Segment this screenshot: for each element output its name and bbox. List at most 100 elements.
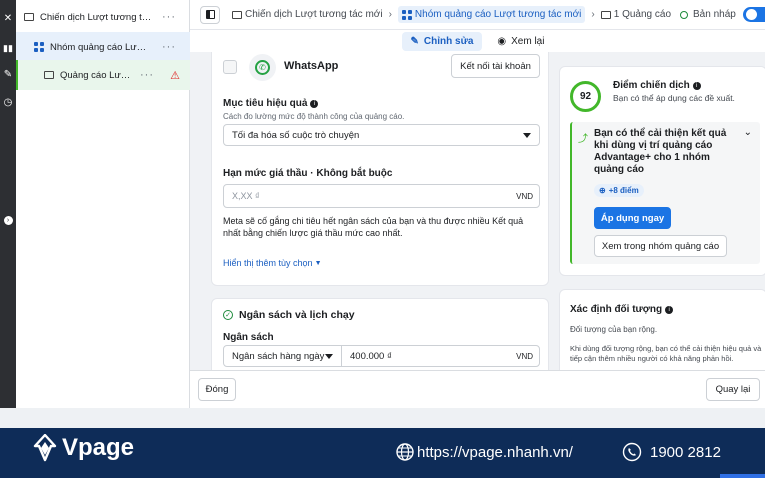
website-link[interactable]: https://vpage.nhanh.vn/ <box>395 442 573 462</box>
info-icon[interactable]: i <box>665 305 674 314</box>
chevron-right-icon: › <box>591 9 595 20</box>
caret-down-icon <box>523 133 531 138</box>
whatsapp-icon: ✆ <box>249 54 276 81</box>
phone-icon <box>622 442 642 462</box>
score-heading: Điểm chiến dịch i <box>613 80 701 91</box>
campaign-score-card: 92 Điểm chiến dịch i Bạn có thể áp dụng … <box>559 66 765 276</box>
globe-icon <box>396 443 414 461</box>
breadcrumb-adset-label: Nhóm quảng cáo Lượt tương tác mới <box>414 9 582 20</box>
budget-label: Ngân sách <box>223 332 274 343</box>
check-circle-icon: ✓ <box>223 310 233 320</box>
banner-accent <box>720 474 765 478</box>
bid-input[interactable]: X,XX ₫ VND <box>223 184 540 208</box>
more-options-link[interactable]: Hiển thị thêm tùy chọn ▼ <box>223 258 322 268</box>
tab-preview[interactable]: ◉ Xem lại <box>488 32 553 51</box>
sidebar-toggle-button[interactable] <box>200 5 220 24</box>
mode-tabs: ✎ Chỉnh sửa ◉ Xem lại <box>190 30 765 52</box>
breadcrumb-ad[interactable]: 1 Quảng cáo <box>614 9 671 20</box>
goal-select[interactable]: Tối đa hóa số cuộc trò chuyện <box>223 124 540 146</box>
budget-section-title: Ngân sách và lịch chạy <box>239 309 355 321</box>
campaign-tree: Chiến dịch Lượt tương tác ... ··· Nhóm q… <box>16 0 190 408</box>
close-button[interactable]: Đóng <box>198 378 236 401</box>
warning-icon: ⚠ <box>170 69 180 82</box>
optimization-card: ✆ WhatsApp Kết nối tài khoản Mục tiêu hi… <box>211 52 549 286</box>
tree-item-campaign[interactable]: Chiến dịch Lượt tương tác ... ··· <box>16 2 190 32</box>
breadcrumb-adset[interactable]: Nhóm quảng cáo Lượt tương tác mới <box>397 6 586 23</box>
recommendation-text: Bạn có thể cải thiện kết quả khi dùng vị… <box>594 128 727 175</box>
score-title: Điểm chiến dịch <box>613 80 690 91</box>
vpage-logo-icon <box>33 434 57 462</box>
connect-account-button[interactable]: Kết nối tài khoản <box>451 54 540 78</box>
budget-heading: ✓ Ngân sách và lịch chạy <box>223 309 355 321</box>
budget-type-value: Ngân sách hàng ngày <box>232 350 325 362</box>
whatsapp-checkbox[interactable] <box>223 60 237 74</box>
ad-icon <box>44 71 54 79</box>
clock-icon[interactable]: ◷ <box>0 94 16 110</box>
budget-amount-input[interactable]: 400.000 ₫ VND <box>341 345 540 367</box>
tab-edit[interactable]: ✎ Chỉnh sửa <box>401 31 483 51</box>
apply-now-button[interactable]: Áp dụng ngay <box>594 207 671 229</box>
adset-icon <box>34 42 44 52</box>
breadcrumb-campaign[interactable]: Chiến dịch Lượt tương tác mới <box>245 9 383 20</box>
budget-amount-value: 400.000 ₫ <box>350 350 392 362</box>
audience-heading: Xác định đối tượng i <box>570 304 674 315</box>
goal-description: Cách đo lường mức độ thành công của quản… <box>223 112 405 121</box>
tree-adset-label: Nhóm quảng cáo Lượt t... <box>50 41 152 53</box>
budget-type-select[interactable]: Ngân sách hàng ngày <box>223 345 342 367</box>
score-badge-label: +8 điểm <box>608 186 639 195</box>
status-dot-icon <box>680 10 688 19</box>
close-icon[interactable]: ✕ <box>0 10 16 26</box>
caret-down-icon <box>325 354 333 359</box>
more-options-label: Hiển thị thêm tùy chọn <box>223 258 313 268</box>
audience-detail: Khi dùng đối tượng rộng, bạn có thể cải … <box>570 344 762 363</box>
goal-heading: Mục tiêu hiệu quả i <box>223 98 319 109</box>
chart-icon[interactable]: ▮▮ <box>0 40 16 56</box>
bid-placeholder: X,XX ₫ <box>232 191 260 201</box>
audience-title: Xác định đối tượng <box>570 304 663 315</box>
bid-note: Meta sẽ cố gắng chi tiêu hết ngân sách c… <box>223 216 524 238</box>
caret-down-icon: ▼ <box>314 259 322 267</box>
divider-strip <box>0 408 765 428</box>
more-icon[interactable]: ··· <box>140 69 154 81</box>
info-icon[interactable]: i <box>692 81 701 90</box>
audience-card: Xác định đối tượng i Đối tượng của bạn r… <box>559 289 765 370</box>
plus-circle-icon: ⊕ <box>599 186 606 195</box>
folder-icon <box>24 13 34 21</box>
chevron-up-icon[interactable]: ⌄ <box>744 127 752 138</box>
score-subtitle: Bạn có thể áp dụng các đề xuất. <box>613 93 735 103</box>
more-icon[interactable]: ··· <box>162 41 176 53</box>
status-badge: Bản nháp <box>680 9 736 20</box>
website-url: https://vpage.nhanh.vn/ <box>417 443 573 461</box>
score-badge: ⊕ +8 điểm <box>594 184 644 197</box>
bid-title: Hạn mức giá thầu · Không bắt buộc <box>223 168 392 179</box>
pencil-icon[interactable]: ✎ <box>0 66 16 82</box>
more-icon[interactable]: ··· <box>162 11 176 23</box>
pencil-icon: ✎ <box>410 35 419 47</box>
folder-icon <box>232 10 242 19</box>
brand-name: Vpage <box>62 434 135 461</box>
eye-icon: ◉ <box>497 35 507 47</box>
back-button[interactable]: Quay lại <box>706 378 760 401</box>
top-bar: Chiến dịch Lượt tương tác mới › Nhóm quả… <box>190 0 765 30</box>
breadcrumb: Chiến dịch Lượt tương tác mới › Nhóm quả… <box>232 6 671 23</box>
tab-edit-label: Chỉnh sửa <box>423 35 474 47</box>
goal-selected-value: Tối đa hóa số cuộc trò chuyện <box>232 129 360 141</box>
adset-icon <box>401 9 412 20</box>
info-icon[interactable]: i <box>310 99 319 108</box>
expand-icon[interactable]: › <box>0 212 16 228</box>
publish-toggle[interactable] <box>743 7 765 22</box>
trend-icon: ⤴ <box>578 134 588 145</box>
footer-actions: Đóng Quay lại <box>190 370 765 408</box>
tree-item-adset[interactable]: Nhóm quảng cáo Lượt t... ··· <box>16 32 190 62</box>
hotline[interactable]: 1900 2812 <box>622 442 721 462</box>
goal-title: Mục tiêu hiệu quả <box>223 98 308 109</box>
left-rail: ✕ ▮▮ ✎ ◷ › <box>0 0 16 408</box>
app-root: ✕ ▮▮ ✎ ◷ › Chiến dịch Lượt tương tác ...… <box>0 0 765 478</box>
editor-content: ✆ WhatsApp Kết nối tài khoản Mục tiêu hi… <box>190 52 765 370</box>
vpage-banner: Vpage https://vpage.nhanh.vn/ 1900 2812 <box>0 428 765 478</box>
hotline-number: 1900 2812 <box>650 443 721 461</box>
budget-currency: VND <box>516 351 533 361</box>
tab-preview-label: Xem lại <box>511 35 545 47</box>
tree-item-ad[interactable]: Quảng cáo Lượt... ··· ⚠ <box>16 60 190 90</box>
view-in-adset-button[interactable]: Xem trong nhóm quảng cáo <box>594 235 727 257</box>
